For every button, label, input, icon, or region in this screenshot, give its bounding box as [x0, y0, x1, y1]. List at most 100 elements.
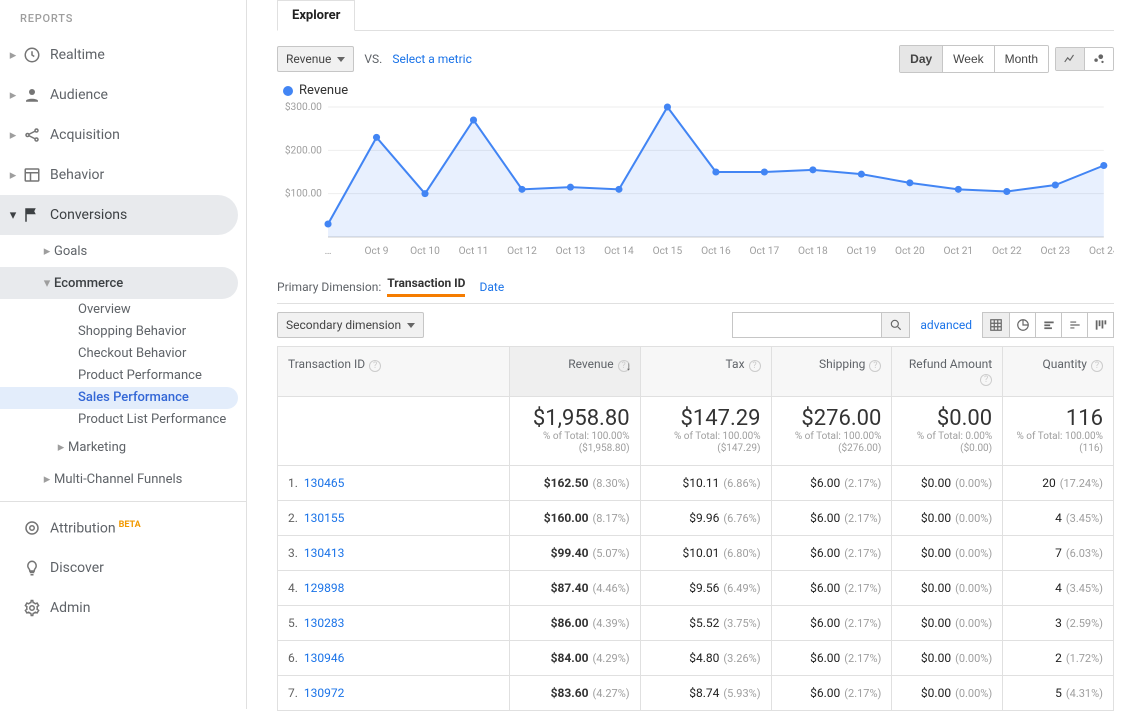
svg-text:Oct 18: Oct 18 [798, 246, 828, 257]
view-mode-toggle [982, 312, 1114, 338]
col-revenue[interactable]: Revenue?↓ [509, 347, 640, 397]
svg-text:Oct 19: Oct 19 [847, 246, 877, 257]
select-metric-link[interactable]: Select a metric [392, 52, 472, 66]
nav-realtime[interactable]: ▸ Realtime [0, 35, 246, 75]
svg-text:Oct 16: Oct 16 [701, 246, 731, 257]
transaction-link[interactable]: 130283 [304, 616, 344, 630]
nav-label: Conversions [50, 207, 127, 223]
nav-ecom-product-performance[interactable]: Product Performance [0, 365, 246, 387]
transaction-link[interactable]: 130972 [304, 686, 344, 700]
nav-conversions[interactable]: ▾ Conversions [0, 195, 238, 235]
time-day[interactable]: Day [900, 46, 942, 72]
view-table-icon[interactable] [983, 313, 1009, 337]
nav-ecommerce[interactable]: ▾ Ecommerce [0, 267, 238, 299]
col-quantity[interactable]: Quantity? [1003, 347, 1114, 397]
sidebar-reports-header: REPORTS [0, 6, 246, 35]
chevron-right-icon: ▸ [6, 48, 20, 63]
view-pivot-icon[interactable] [1087, 313, 1113, 337]
beta-badge: BETA [119, 520, 141, 530]
chevron-down-icon: ▾ [40, 276, 54, 291]
search-input[interactable] [732, 312, 882, 338]
view-comparison-icon[interactable] [1061, 313, 1087, 337]
svg-text:…: … [325, 246, 332, 257]
revenue-chart: $100.00$200.00$300.00…Oct 9Oct 10Oct 11O… [277, 102, 1114, 262]
person-icon [20, 86, 44, 104]
svg-text:$300.00: $300.00 [285, 102, 322, 113]
nav-ecom-checkout-behavior[interactable]: Checkout Behavior [0, 343, 246, 365]
primary-dimension-label: Primary Dimension: [277, 280, 381, 294]
nav-acquisition[interactable]: ▸ Acquisition [0, 115, 246, 155]
chevron-right-icon: ▸ [6, 88, 20, 103]
time-month[interactable]: Month [994, 46, 1048, 72]
col-shipping[interactable]: Shipping? [771, 347, 892, 397]
view-bar-icon[interactable] [1035, 313, 1061, 337]
nav-goals[interactable]: ▸ Goals [0, 235, 246, 267]
transaction-link[interactable]: 130155 [304, 511, 344, 525]
separator [0, 501, 246, 502]
share-icon [20, 126, 44, 144]
bulb-icon [20, 559, 44, 577]
total-shipping: $276.00 [782, 407, 882, 431]
metric-selector[interactable]: Revenue [277, 46, 354, 72]
nav-multi-channel-funnels[interactable]: ▸ Multi-Channel Funnels [0, 463, 246, 495]
primary-dimension-row: Primary Dimension: Transaction ID Date [277, 262, 1114, 304]
transaction-link[interactable]: 130413 [304, 546, 344, 560]
primary-dimension-transaction-id[interactable]: Transaction ID [387, 276, 465, 297]
col-transaction-id[interactable]: Transaction ID? [278, 347, 510, 397]
nav-discover[interactable]: Discover [0, 548, 246, 588]
secondary-dimension-label: Secondary dimension [286, 318, 401, 332]
nav-ecom-sales-performance[interactable]: Sales Performance [0, 387, 238, 409]
total-revenue: $1,958.80 [520, 407, 630, 431]
metric-selector-label: Revenue [286, 52, 331, 66]
secondary-dimension-selector[interactable]: Secondary dimension [277, 312, 424, 338]
chevron-down-icon: ▾ [6, 208, 20, 223]
transaction-link[interactable]: 130946 [304, 651, 344, 665]
nav-admin[interactable]: Admin [0, 588, 246, 628]
view-pie-icon[interactable] [1009, 313, 1035, 337]
nav-label: Multi-Channel Funnels [54, 472, 182, 487]
time-week[interactable]: Week [942, 46, 993, 72]
secondary-dimension-row: Secondary dimension advanced [277, 304, 1114, 346]
nav-label: Realtime [50, 47, 105, 63]
main: Explorer Revenue VS. Select a metric Day… [247, 0, 1132, 709]
clock-icon [20, 46, 44, 64]
transaction-link[interactable]: 129898 [304, 581, 344, 595]
advanced-link[interactable]: advanced [920, 318, 972, 332]
gear-icon [20, 599, 44, 617]
attribution-icon [20, 519, 44, 537]
nav-label: AttributionBETA [50, 520, 141, 537]
nav-label: Ecommerce [54, 276, 123, 291]
col-refund[interactable]: Refund Amount? [892, 347, 1003, 397]
motion-chart-icon[interactable] [1084, 48, 1113, 70]
nav-marketing[interactable]: ▸ Marketing [0, 431, 246, 463]
nav-label: Audience [50, 87, 108, 103]
nav-ecom-overview[interactable]: Overview [0, 299, 246, 321]
tab-explorer[interactable]: Explorer [277, 0, 355, 31]
table-row: 7. 130972$83.60(4.27%)$8.74(5.93%)$6.00(… [278, 676, 1114, 711]
primary-dimension-date[interactable]: Date [479, 280, 504, 294]
layout-icon [20, 166, 44, 184]
transaction-link[interactable]: 130465 [304, 476, 344, 490]
table-row: 3. 130413$99.40(5.07%)$10.01(6.80%)$6.00… [278, 536, 1114, 571]
col-tax[interactable]: Tax? [640, 347, 771, 397]
search-button[interactable] [882, 312, 910, 338]
caret-down-icon [337, 57, 345, 62]
nav-audience[interactable]: ▸ Audience [0, 75, 246, 115]
table-row: 2. 130155$160.00(8.17%)$9.96(6.76%)$6.00… [278, 501, 1114, 536]
sidebar: REPORTS ▸ Realtime ▸ Audience ▸ Acquisit… [0, 0, 247, 709]
table-row: 5. 130283$86.00(4.39%)$5.52(3.75%)$6.00(… [278, 606, 1114, 641]
nav-ecom-shopping-behavior[interactable]: Shopping Behavior [0, 321, 246, 343]
table-row: 1. 130465$162.50(8.30%)$10.11(6.86%)$6.0… [278, 466, 1114, 501]
caret-down-icon [407, 323, 415, 328]
svg-text:Oct 15: Oct 15 [653, 246, 683, 257]
time-granularity: Day Week Month [899, 45, 1049, 73]
svg-text:Oct 21: Oct 21 [943, 246, 973, 257]
nav-ecom-product-list-performance[interactable]: Product List Performance [0, 409, 246, 431]
nav-behavior[interactable]: ▸ Behavior [0, 155, 246, 195]
svg-text:Oct 13: Oct 13 [556, 246, 586, 257]
total-tax: $147.29 [651, 407, 761, 431]
svg-text:Oct 23: Oct 23 [1040, 246, 1070, 257]
chevron-right-icon: ▸ [54, 440, 68, 455]
line-chart-icon[interactable] [1056, 48, 1084, 70]
nav-attribution[interactable]: AttributionBETA [0, 508, 246, 548]
